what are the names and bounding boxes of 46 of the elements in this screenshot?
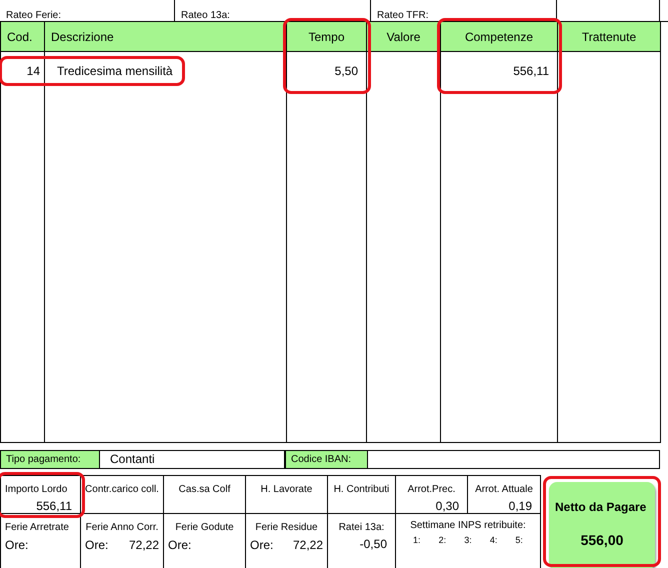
unit-label: Ore: [85, 538, 108, 552]
field-label: Contr.carico coll. [85, 483, 159, 495]
field-label: Cas.sa Colf [178, 483, 232, 495]
unit-label: Ore: [168, 538, 192, 552]
field-label: Ferie Arretrate [5, 521, 70, 533]
column-header: Descrizione [51, 30, 114, 44]
field-label: Arrot. Attuale [474, 483, 534, 495]
field-label: Rateo 13a: [181, 10, 230, 21]
field-label: Netto da Pagare [554, 499, 648, 514]
table-cell: 5,50 [334, 64, 358, 78]
field-label: Settimane INPS retribuite: [409, 519, 527, 531]
field-label: Rateo Ferie: [6, 10, 62, 21]
field-label: H. Lavorate [260, 483, 314, 495]
field-label: Tipo pagamento: [6, 454, 81, 465]
field-value: 0,30 [434, 498, 460, 513]
column-header: Trattenute [582, 30, 636, 44]
column-header: Competenze [464, 30, 534, 44]
field-value: 72,22 [128, 538, 159, 552]
week-label: 3: [464, 535, 472, 545]
field-value: 0,19 [508, 498, 533, 513]
field-label: Importo Lordo [5, 483, 68, 495]
column-header: Cod. [7, 30, 32, 44]
table-cell: 556,11 [513, 64, 549, 78]
field-value: Contanti [110, 452, 155, 466]
field-label: Ferie Anno Corr. [85, 521, 159, 533]
field-label: H. Contributi [332, 483, 390, 495]
unit-label: Ore: [5, 538, 28, 552]
field-label: Ferie Residue [254, 521, 319, 533]
field-value: 556,11 [35, 498, 73, 513]
field-label: Ratei 13a: [338, 521, 386, 533]
week-label: 2: [438, 535, 446, 545]
week-label: 1: [413, 535, 421, 545]
field-label: Rateo TFR: [377, 10, 428, 21]
week-label: 5: [515, 535, 523, 545]
table-cell: 14 [26, 64, 40, 78]
field-value: -0,50 [358, 536, 388, 551]
field-label: Arrot.Prec. [406, 483, 456, 495]
field-value: 72,22 [292, 538, 323, 552]
column-header: Valore [386, 30, 420, 44]
field-value: 556,00 [580, 531, 624, 548]
week-label: 4: [490, 535, 498, 545]
table-cell: Tredicesima mensilità [57, 64, 173, 78]
unit-label: Ore: [250, 538, 274, 552]
column-header: Tempo [308, 30, 345, 44]
field-label: Ferie Godute [174, 521, 235, 533]
field-label: Codice IBAN: [291, 454, 352, 465]
